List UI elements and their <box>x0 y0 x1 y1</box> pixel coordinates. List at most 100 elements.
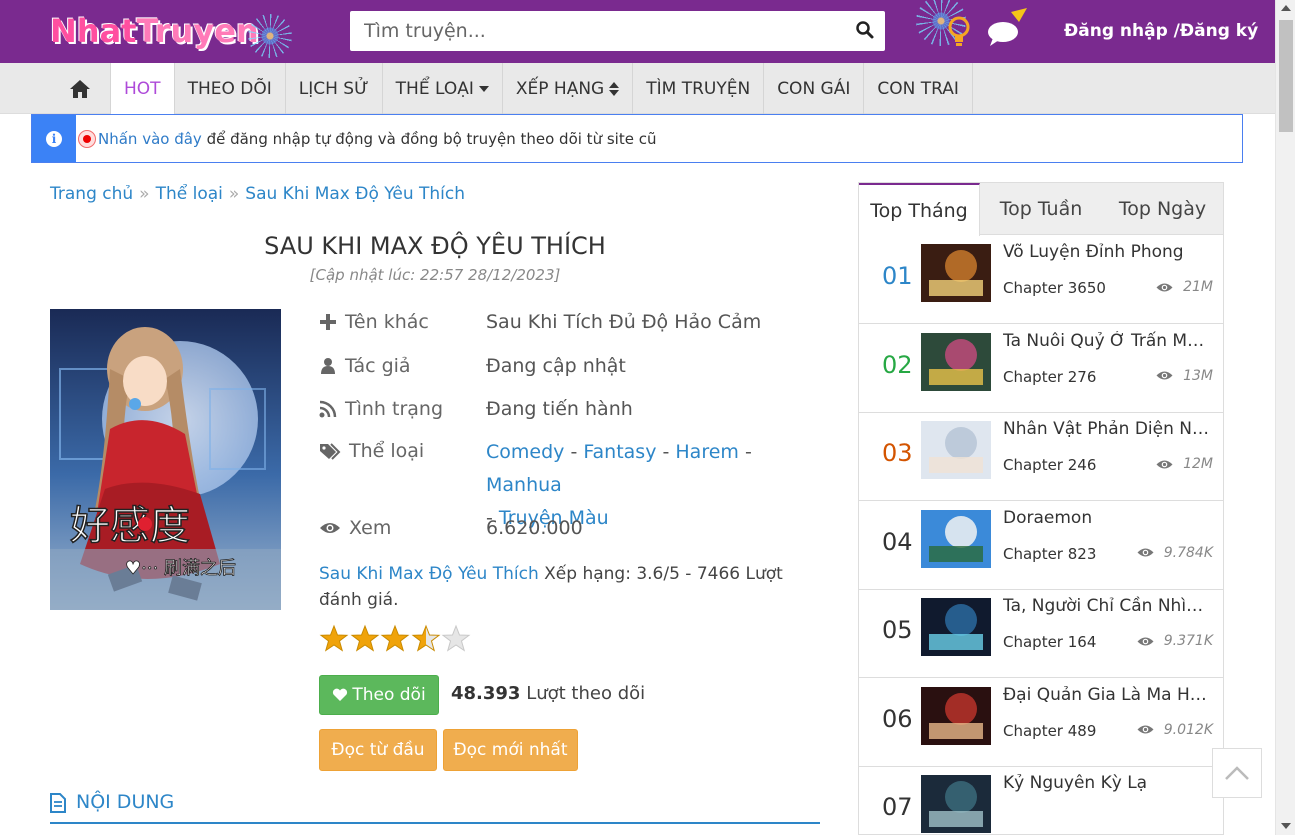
page-scrollbar[interactable] <box>1275 0 1295 835</box>
ranking-tabs: Top Tháng Top Tuần Top Ngày <box>859 183 1223 236</box>
comic-name[interactable]: Võ Luyện Đỉnh Phong <box>1003 242 1213 262</box>
top-list-item[interactable]: 02 Ta Nuôi Quỷ Ở Trấn Ma Ty Chapter 276 13M <box>859 325 1223 413</box>
tags-icon <box>320 443 341 460</box>
nav-girls[interactable]: CON GÁI <box>764 63 865 114</box>
lightbulb-icon[interactable] <box>944 14 974 48</box>
nav-hot[interactable]: HOT <box>111 63 175 114</box>
info-icon: i <box>46 130 62 147</box>
comic-name[interactable]: Kỷ Nguyên Kỳ Lạ <box>1003 773 1213 793</box>
star-icon[interactable] <box>350 624 380 654</box>
nav-following[interactable]: THEO DÕI <box>175 63 286 114</box>
read-latest-button[interactable]: Đọc mới nhất <box>443 729 578 771</box>
comic-name[interactable]: Ta Nuôi Quỷ Ở Trấn Ma Ty <box>1003 331 1213 351</box>
scroll-down-arrow-icon[interactable] <box>1281 823 1291 829</box>
chapter-link[interactable]: Chapter 823 <box>1003 545 1096 563</box>
nav-ranking[interactable]: XẾP HẠNG <box>503 63 634 114</box>
star-icon[interactable] <box>411 624 441 654</box>
rank-number: 05 <box>882 616 913 644</box>
site-logo[interactable]: NhatTruyen <box>50 12 259 50</box>
rank-number: 02 <box>882 350 913 379</box>
home-icon <box>70 79 90 98</box>
rank-number: 07 <box>882 793 913 821</box>
comic-thumbnail[interactable] <box>921 421 991 479</box>
nav-home[interactable] <box>50 63 111 114</box>
genre-link[interactable]: Manhua <box>486 474 562 496</box>
top-list-item[interactable]: 03 Nhân Vật Phản Diện Này Có Chút Lương T… <box>859 413 1223 501</box>
nav-boys[interactable]: CON TRAI <box>864 63 973 114</box>
top-list-item[interactable]: 07 Kỷ Nguyên Kỳ Lạ <box>859 767 1223 834</box>
rating-comic-link[interactable]: Sau Khi Max Độ Yêu Thích <box>319 564 539 584</box>
eye-icon <box>1137 725 1154 734</box>
comic-thumbnail[interactable] <box>921 332 991 391</box>
comic-name[interactable]: Nhân Vật Phản Diện Này Có Chút Lương Tâm <box>1003 419 1213 439</box>
read-first-button[interactable]: Đọc từ đầu <box>319 729 437 771</box>
breadcrumb-comic[interactable]: Sau Khi Max Độ Yêu Thích <box>245 184 465 204</box>
nav-search[interactable]: TÌM TRUYỆN <box>633 63 765 114</box>
top-list-item[interactable]: 04 Doraemon Chapter 823 9.784K <box>859 502 1223 590</box>
comic-name[interactable]: Đại Quản Gia Là Ma Hoàng <box>1003 685 1213 705</box>
rating-summary: Sau Khi Max Độ Yêu Thích Xếp hạng: 3.6/5… <box>319 564 783 610</box>
genre-link[interactable]: Fantasy <box>583 441 656 463</box>
svg-text:好感度: 好感度 <box>70 503 190 549</box>
comic-thumbnail[interactable] <box>921 598 991 656</box>
chapter-link[interactable]: Chapter 3650 <box>1003 279 1106 297</box>
nav-history[interactable]: LỊCH SỬ <box>286 63 383 114</box>
comic-name[interactable]: Doraemon <box>1003 508 1213 528</box>
search-icon[interactable] <box>855 20 875 40</box>
comic-thumbnail[interactable] <box>921 686 991 745</box>
top-list-item[interactable]: 05 Ta, Người Chỉ Cần Nhìn Thấy Thanh Máu C… <box>859 590 1223 678</box>
status-value: Đang tiến hành <box>486 398 633 420</box>
eye-icon <box>1156 460 1173 468</box>
breadcrumb-home[interactable]: Trang chủ <box>50 184 133 204</box>
alert-login-link[interactable]: Nhấn vào đây <box>98 130 202 148</box>
scroll-thumb[interactable] <box>1279 20 1293 132</box>
follow-count: 48.393 Lượt theo dõi <box>451 683 646 704</box>
rss-icon <box>319 400 337 418</box>
tab-top-month[interactable]: Top Tháng <box>859 183 980 236</box>
chapter-link[interactable]: Chapter 489 <box>1003 722 1096 740</box>
top-list-item[interactable]: 01 Võ Luyện Đỉnh Phong Chapter 3650 21M <box>859 236 1223 324</box>
comic-thumbnail[interactable] <box>921 509 991 568</box>
search-input[interactable] <box>350 11 840 51</box>
back-to-top-button[interactable] <box>1212 748 1262 798</box>
chapter-link[interactable]: Chapter 276 <box>1003 368 1096 386</box>
follow-button[interactable]: Theo dõi <box>319 675 439 715</box>
eye-icon <box>1156 371 1173 380</box>
star-rating[interactable] <box>319 624 472 654</box>
chapter-link[interactable]: Chapter 246 <box>1003 456 1096 474</box>
search-box <box>350 11 885 51</box>
star-icon[interactable] <box>441 624 471 654</box>
top-ranking-sidebar: Top Tháng Top Tuần Top Ngày 01 Võ Luyện Đ… <box>858 182 1224 835</box>
other-name-value: Sau Khi Tích Đủ Độ Hảo Cảm <box>486 311 762 333</box>
alert-text: Nhấn vào đây để đăng nhập tự động và đồn… <box>98 130 657 148</box>
caret-down-icon <box>478 85 489 92</box>
heart-icon <box>333 688 348 701</box>
comic-name[interactable]: Ta, Người Chỉ Cần Nhìn Thấy Thanh Máu <box>1003 596 1213 616</box>
star-icon[interactable] <box>380 624 410 654</box>
chapter-link[interactable]: Chapter 164 <box>1003 633 1096 651</box>
rank-number: 04 <box>882 527 913 556</box>
svg-text:♥··· 刷满之后: ♥··· 刷满之后 <box>125 558 236 579</box>
tab-top-day[interactable]: Top Ngày <box>1102 183 1223 235</box>
comic-thumbnail[interactable] <box>921 244 991 302</box>
plus-icon <box>320 314 336 330</box>
scroll-up-arrow-icon[interactable] <box>1281 5 1291 11</box>
tab-top-week[interactable]: Top Tuần <box>980 183 1102 235</box>
view-count: 9.371K <box>1137 633 1213 649</box>
star-icon[interactable] <box>319 624 349 654</box>
top-list-item[interactable]: 06 Đại Quản Gia Là Ma Hoàng Chapter 489 9.0… <box>859 679 1223 767</box>
main-nav: HOT THEO DÕI LỊCH SỬ THỂ LOẠI XẾP HẠNG T… <box>0 63 1275 114</box>
breadcrumb-genres[interactable]: Thể loại <box>156 184 223 204</box>
views-value: 6.620.000 <box>486 517 583 539</box>
comic-thumbnail[interactable] <box>921 775 991 833</box>
site-header: NhatTruyen Đăng nhập /Đăng ký <box>0 0 1275 63</box>
rank-number: 01 <box>882 262 913 290</box>
record-dot-icon <box>78 130 96 148</box>
genre-link[interactable]: Harem <box>675 441 739 463</box>
nav-genres[interactable]: THỂ LOẠI <box>383 63 503 114</box>
genre-link[interactable]: Comedy <box>486 441 564 463</box>
eye-icon <box>1137 637 1154 645</box>
view-count: 9.012K <box>1137 722 1213 738</box>
login-register-link[interactable]: Đăng nhập /Đăng ký <box>1064 21 1258 41</box>
chat-icon[interactable] <box>985 8 1029 48</box>
